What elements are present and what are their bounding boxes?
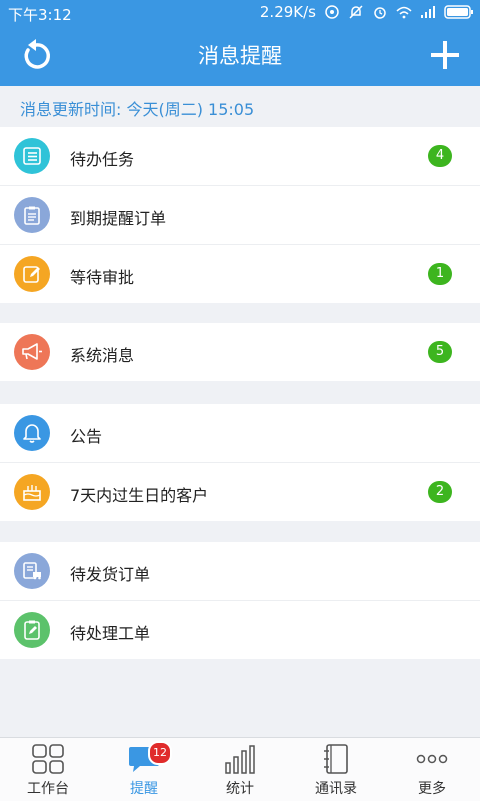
list-item-label: 系统消息 [70, 346, 135, 365]
count-badge: 1 [428, 263, 452, 285]
bell-icon [14, 415, 50, 451]
cake-icon [14, 474, 50, 510]
list-item-expiring-orders[interactable]: 到期提醒订单 [0, 186, 480, 245]
network-speed: 2.29K/s [259, 3, 316, 21]
notebook-icon [324, 744, 348, 774]
mute-bell-icon [349, 5, 363, 19]
reminder-group-tasks: 待办任务 4 到期提醒订单 等待审批 1 [0, 127, 480, 303]
task-list-icon [14, 138, 50, 174]
tab-statistics[interactable]: 统计 [192, 738, 288, 801]
count-badge: 4 [428, 145, 452, 167]
list-item-label: 7天内过生日的客户 [70, 486, 209, 505]
list-item-label: 待发货订单 [70, 565, 151, 584]
update-time-text: 消息更新时间: 今天(周二) 15:05 [20, 100, 255, 119]
list-item-label: 待处理工单 [70, 624, 151, 643]
app-header: 消息提醒 [0, 26, 480, 86]
tab-contacts[interactable]: 通讯录 [288, 738, 384, 801]
grid-icon [32, 744, 64, 774]
status-bar: 下午3:12 2.29K/s [0, 0, 480, 26]
bar-chart-icon [225, 745, 255, 774]
status-time: 下午3:12 [8, 6, 72, 24]
list-item-label: 待办任务 [70, 150, 135, 169]
tab-notification-badge: 12 [148, 741, 172, 765]
battery-icon [444, 5, 473, 19]
list-item-label: 公告 [70, 427, 103, 446]
clipboard-icon [14, 197, 50, 233]
signal-icon [421, 6, 435, 18]
reminder-group-notices: 公告 7天内过生日的客户 2 [0, 404, 480, 521]
tab-label: 更多 [418, 781, 446, 797]
edit-icon [14, 256, 50, 292]
tab-label: 工作台 [27, 781, 69, 797]
reminder-group-orders: 待发货订单 待处理工单 [0, 542, 480, 659]
list-item-announcements[interactable]: 公告 [0, 404, 480, 463]
work-order-icon [14, 612, 50, 648]
list-item-pending-shipment[interactable]: 待发货订单 [0, 542, 480, 601]
add-icon[interactable] [428, 38, 462, 72]
list-item-pending-tasks[interactable]: 待办任务 4 [0, 127, 480, 186]
list-item-awaiting-approval[interactable]: 等待审批 1 [0, 245, 480, 303]
tab-label: 通讯录 [315, 781, 357, 797]
list-item-pending-work-orders[interactable]: 待处理工单 [0, 601, 480, 659]
sync-icon [325, 5, 339, 19]
count-badge: 5 [428, 341, 452, 363]
tab-reminders[interactable]: 12 提醒 [96, 738, 192, 801]
more-dots-icon [416, 754, 448, 764]
tab-label: 统计 [226, 781, 254, 797]
tab-label: 提醒 [130, 781, 158, 797]
delivery-icon [14, 553, 50, 589]
reminder-group-system: 系统消息 5 [0, 323, 480, 381]
list-item-system-messages[interactable]: 系统消息 5 [0, 323, 480, 381]
list-item-birthday-customers[interactable]: 7天内过生日的客户 2 [0, 463, 480, 521]
list-item-label: 等待审批 [70, 268, 135, 287]
list-item-label: 到期提醒订单 [70, 209, 167, 228]
bottom-tab-bar: 工作台 12 提醒 统计 通讯录 更多 [0, 737, 480, 801]
alarm-icon [374, 7, 386, 19]
tab-more[interactable]: 更多 [384, 738, 480, 801]
page-title: 消息提醒 [198, 44, 282, 68]
count-badge: 2 [428, 481, 452, 503]
tab-workbench[interactable]: 工作台 [0, 738, 96, 801]
megaphone-icon [14, 334, 50, 370]
wifi-icon [396, 6, 412, 19]
status-right: 2.29K/s [260, 3, 474, 21]
